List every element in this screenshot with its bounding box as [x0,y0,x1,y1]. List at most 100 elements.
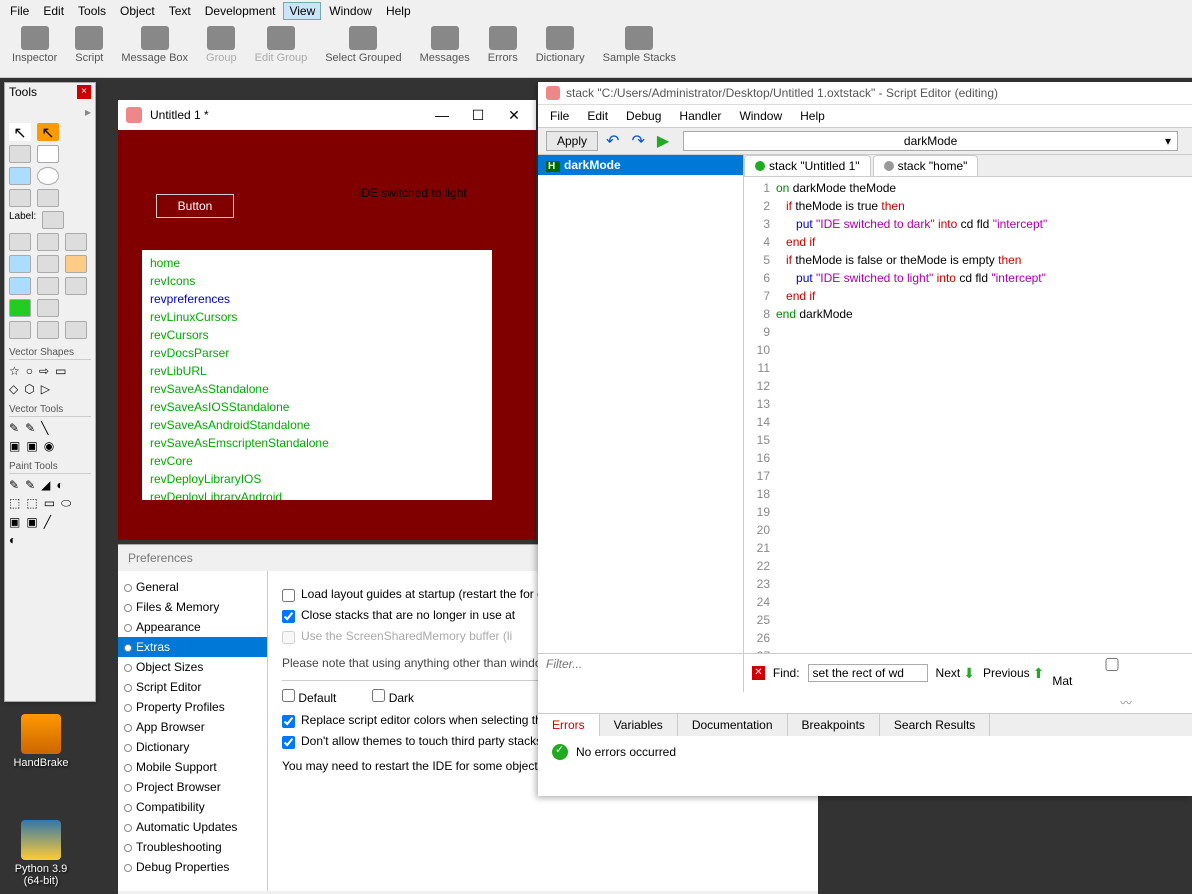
menu-tool[interactable] [37,189,59,207]
tool-k[interactable] [9,321,31,339]
stack-titlebar[interactable]: Untitled 1 * — ☐ ✕ [118,100,536,130]
undo-icon[interactable]: ↶ [602,131,623,151]
maximize-button[interactable]: ☐ [464,107,492,124]
list-item[interactable]: revDeployLibraryAndroid [150,488,484,500]
find-mat-checkbox[interactable]: Mat [1052,658,1184,688]
prefs-radio-default[interactable]: Default [282,689,336,705]
tool-e[interactable] [37,255,59,273]
pt8[interactable]: ⬭ [61,496,71,511]
prefs-item-troubleshooting[interactable]: Troubleshooting [118,837,267,857]
menu-object[interactable]: Object [114,2,161,20]
pt5[interactable]: ⬚ [9,496,20,511]
button-tool[interactable] [9,145,31,163]
pt3[interactable]: ◢ [41,478,50,492]
toolbar-messages[interactable]: Messages [420,26,470,64]
toolbar-errors[interactable]: Errors [488,26,518,64]
default-button-tool[interactable] [9,167,31,185]
list-item[interactable]: revDeployLibraryIOS [150,470,484,488]
find-input[interactable] [808,664,928,682]
tool-b[interactable] [37,233,59,251]
checkbox[interactable] [282,736,295,749]
handler-tree[interactable]: darkMode [538,155,744,653]
prefs-item-appearance[interactable]: Appearance [118,617,267,637]
apply-button[interactable]: Apply [546,131,598,151]
pt1[interactable]: ✎ [9,478,19,492]
find-prev-button[interactable]: Previous⬆ [983,665,1044,682]
code-text[interactable]: on darkMode theMode if theMode is true t… [776,177,1192,653]
code-editor[interactable]: 1234567891011121314151617181920212223242… [744,177,1192,653]
star-icon[interactable]: ☆ [9,364,20,378]
desktop-icon-python[interactable]: Python 3.9 (64-bit) [6,820,76,887]
ed-menu-handler[interactable]: Handler [671,107,729,125]
slider-tool[interactable] [37,299,59,317]
circle-icon[interactable]: ○ [26,364,33,378]
ed-menu-edit[interactable]: Edit [579,107,616,125]
prefs-item-project-browser[interactable]: Project Browser [118,777,267,797]
pt6[interactable]: ⬚ [26,496,37,511]
tool-l[interactable] [37,321,59,339]
radio-tool[interactable] [37,167,59,185]
checkbox-tool[interactable] [37,145,59,163]
toolbar-inspector[interactable]: Inspector [12,26,57,64]
pt11[interactable]: ╱ [44,515,51,529]
ed-menu-file[interactable]: File [542,107,577,125]
tool-d[interactable] [9,255,31,273]
ed-menu-help[interactable]: Help [792,107,833,125]
toolbar-select-grouped[interactable]: Select Grouped [325,26,401,64]
prefs-item-debug-properties[interactable]: Debug Properties [118,857,267,877]
tools-expand-icon[interactable]: ▸ [9,105,91,119]
redo-icon[interactable]: ↷ [627,131,648,151]
editor-titlebar[interactable]: stack "C:/Users/Administrator/Desktop/Un… [538,82,1192,105]
prefs-item-mobile-support[interactable]: Mobile Support [118,757,267,777]
run-icon[interactable]: ▶ [653,131,673,151]
tool-a[interactable] [9,233,31,251]
list-item[interactable]: revSaveAsStandalone [150,380,484,398]
checkbox[interactable] [282,610,295,623]
tools-close-button[interactable]: × [77,85,91,99]
menu-development[interactable]: Development [199,2,282,20]
tool-m[interactable] [65,321,87,339]
menu-view[interactable]: View [283,2,321,20]
prefs-item-dictionary[interactable]: Dictionary [118,737,267,757]
prefs-item-app-browser[interactable]: App Browser [118,717,267,737]
tool-i[interactable] [65,277,87,295]
prefs-item-script-editor[interactable]: Script Editor [118,677,267,697]
tool-h[interactable] [37,277,59,295]
tool-g[interactable] [9,277,31,295]
pt2[interactable]: ✎ [25,478,35,492]
vt3[interactable]: ╲ [41,421,48,435]
pt9[interactable]: ▣ [9,515,20,529]
list-item[interactable]: revIcons [150,272,484,290]
vt1[interactable]: ✎ [9,421,19,435]
vt4[interactable]: ▣ [9,439,20,453]
diamond-icon[interactable]: ◇ [9,382,18,396]
label-tool[interactable] [42,211,64,229]
menu-window[interactable]: Window [323,2,378,20]
menu-text[interactable]: Text [163,2,197,20]
list-item[interactable]: revDocsParser [150,344,484,362]
desktop-icon-handbrake[interactable]: HandBrake [6,714,76,769]
hex-icon[interactable]: ⬡ [24,382,34,396]
list-item[interactable]: home [150,254,484,272]
find-next-button[interactable]: Next⬇ [936,665,975,682]
toolbar-message-box[interactable]: Message Box [121,26,188,64]
minimize-button[interactable]: — [428,107,456,123]
prefs-item-general[interactable]: General [118,577,267,597]
pt4[interactable]: ◐ [56,478,63,492]
ed-bottom-tab-documentation[interactable]: Documentation [678,714,788,736]
prefs-item-compatibility[interactable]: Compatibility [118,797,267,817]
toolbar-dictionary[interactable]: Dictionary [536,26,585,64]
rect-icon[interactable]: ▭ [55,364,66,378]
list-item[interactable]: revSaveAsIOSStandalone [150,398,484,416]
tool-f[interactable] [65,255,87,273]
ed-bottom-tab-errors[interactable]: Errors [538,714,600,736]
close-button[interactable]: ✕ [500,107,528,124]
list-item[interactable]: revSaveAsEmscriptenStandalone [150,434,484,452]
checkbox[interactable] [282,715,295,728]
handler-node[interactable]: darkMode [538,155,743,175]
pt12[interactable]: ◐ [9,533,16,547]
tool-j[interactable] [9,299,31,317]
ed-bottom-tab-variables[interactable]: Variables [600,714,678,736]
filter-input[interactable] [546,657,735,671]
prefs-item-property-profiles[interactable]: Property Profiles [118,697,267,717]
